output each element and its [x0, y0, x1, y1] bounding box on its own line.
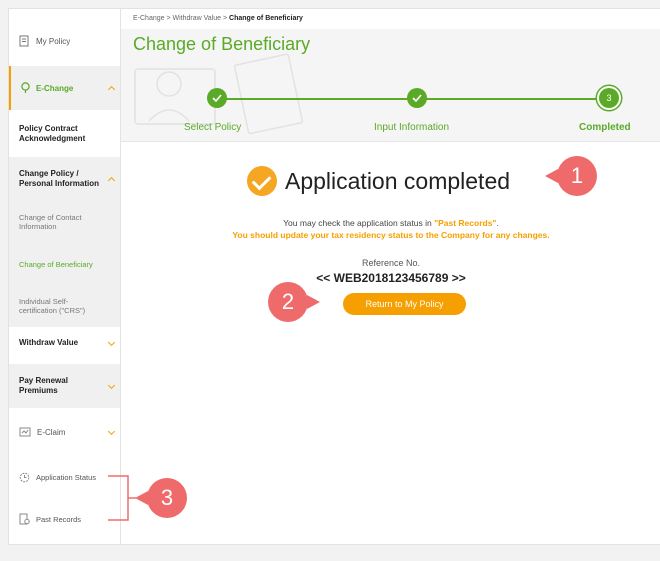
chevron-up-icon — [107, 85, 116, 94]
sidebar-item-label: Policy Contract Acknowledgment — [19, 124, 86, 143]
reference-label: Reference No. — [361, 258, 421, 268]
sidebar-item-label: Pay Renewal Premiums — [19, 376, 68, 395]
step-connector — [419, 98, 599, 100]
callout-3: 3 — [135, 478, 187, 518]
sidebar-item-label: E-Change — [36, 83, 74, 93]
sidebar-item-application-status[interactable]: Application Status — [9, 464, 120, 490]
sidebar-item-change-beneficiary[interactable]: Change of Beneficiary — [9, 243, 120, 285]
sidebar-item-policy-contract[interactable]: Policy Contract Acknowledgment — [9, 114, 120, 154]
chevron-down-icon — [107, 381, 116, 390]
past-records-link[interactable]: "Past Records" — [434, 218, 496, 228]
check-circle-icon — [247, 166, 277, 196]
main-content: E-Change > Withdraw Value > Change of Be… — [121, 9, 660, 544]
page-title: Change of Beneficiary — [133, 34, 311, 54]
chevron-up-icon — [107, 176, 116, 185]
sidebar-item-label: Change of Contact Information — [19, 213, 82, 231]
app-frame: My Policy E-Change Policy Contract Ackno… — [8, 8, 660, 545]
step-2-indicator — [407, 88, 427, 108]
sidebar-item-past-records[interactable]: Past Records — [9, 506, 120, 532]
sidebar-item-eclaim[interactable]: E-Claim — [9, 418, 120, 446]
reference-number: << WEB2018123456789 >> — [316, 271, 466, 285]
chevron-down-icon — [107, 427, 116, 436]
sidebar-item-label: Withdraw Value — [19, 338, 79, 347]
sidebar-item-label: Application Status — [36, 472, 97, 482]
sidebar-item-withdraw-value[interactable]: Withdraw Value — [9, 329, 120, 357]
sidebar-item-echange[interactable]: E-Change — [9, 66, 120, 110]
breadcrumb-separator: > — [223, 15, 228, 22]
records-icon — [19, 513, 30, 525]
callout-pointer — [307, 295, 320, 309]
step-2-label: Input Information — [374, 122, 450, 133]
sidebar-item-label: Change Policy / Personal Information — [19, 169, 100, 188]
sidebar-item-label: Past Records — [36, 514, 82, 524]
tax-residency-notice: You should update your tax residency sta… — [232, 230, 550, 240]
document-icon — [19, 35, 29, 47]
breadcrumb-item[interactable]: E-Change — [133, 15, 165, 22]
breadcrumb-item[interactable]: Withdraw Value — [173, 15, 222, 22]
sidebar-item-label: My Policy — [36, 36, 71, 46]
completion-header: Application completed — [247, 166, 510, 196]
callout-number: 3 — [160, 485, 174, 510]
status-message-end: . — [496, 218, 499, 228]
breadcrumb-separator: > — [166, 15, 171, 22]
sidebar-item-label: E-Claim — [37, 427, 66, 437]
lightbulb-icon — [21, 82, 30, 93]
callout-1: 1 — [545, 156, 597, 196]
status-message-text: You may check the application status in — [283, 218, 435, 228]
step-3-indicator: 3 — [599, 88, 619, 108]
status-message: You may check the application status in … — [121, 218, 660, 228]
claim-icon — [19, 427, 31, 436]
step-connector — [219, 98, 409, 100]
callout-2: 2 — [268, 282, 320, 322]
clock-status-icon — [19, 472, 30, 482]
sidebar-item-my-policy[interactable]: My Policy — [9, 23, 120, 59]
check-icon — [412, 94, 422, 102]
callout-number: 2 — [281, 289, 295, 314]
breadcrumb-current: Change of Beneficiary — [229, 15, 303, 22]
callout-number: 1 — [570, 163, 584, 188]
sidebar: My Policy E-Change Policy Contract Ackno… — [9, 9, 121, 544]
return-to-my-policy-button[interactable]: Return to My Policy — [343, 293, 466, 315]
step-1-label: Select Policy — [184, 122, 242, 133]
step-1-indicator — [207, 88, 227, 108]
completion-title: Application completed — [285, 167, 511, 194]
sidebar-item-change-policy[interactable]: Change Policy / Personal Information — [9, 157, 120, 201]
sidebar-item-label: Change of Beneficiary — [19, 259, 93, 269]
chevron-down-icon — [107, 338, 116, 347]
sidebar-item-pay-renewal[interactable]: Pay Renewal Premiums — [9, 364, 120, 408]
sidebar-item-label: Individual Self-certification ("CRS") — [19, 297, 86, 315]
step-3-label: Completed — [579, 122, 631, 133]
callout-pointer — [135, 491, 148, 505]
breadcrumb: E-Change > Withdraw Value > Change of Be… — [133, 15, 303, 22]
check-icon — [212, 94, 222, 102]
sidebar-item-change-contact[interactable]: Change of Contact Information — [9, 201, 120, 243]
sidebar-item-crs[interactable]: Individual Self-certification ("CRS") — [9, 285, 120, 327]
callout-pointer — [545, 169, 558, 183]
